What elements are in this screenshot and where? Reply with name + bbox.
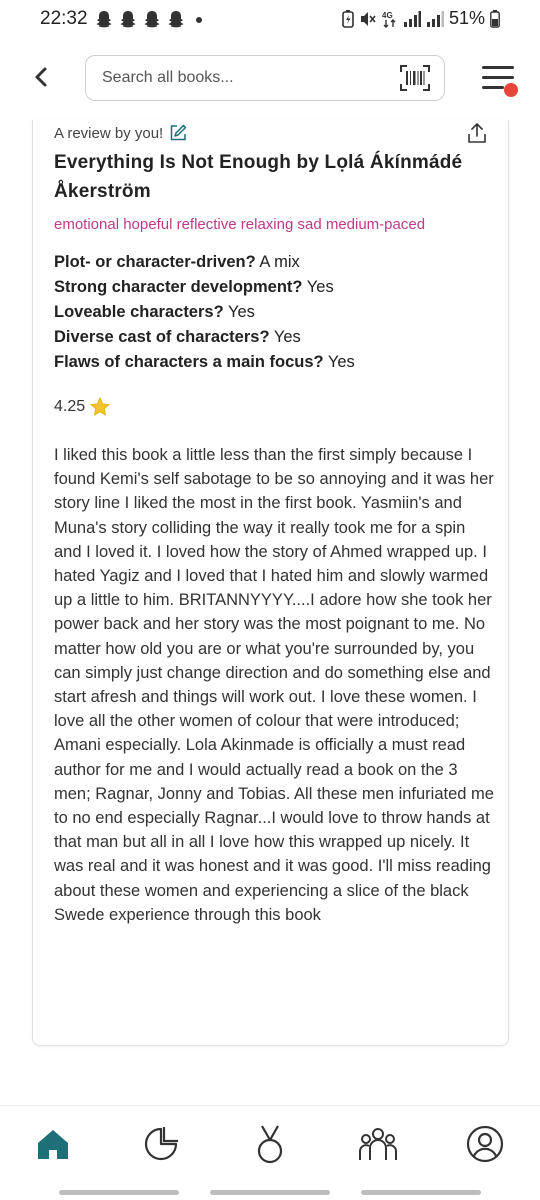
question-row: Diverse cast of characters? Yes bbox=[54, 325, 355, 350]
question-answer: Yes bbox=[227, 303, 255, 321]
home-icon bbox=[38, 1130, 68, 1159]
menu-button[interactable] bbox=[482, 66, 518, 97]
question-label: Diverse cast of characters? bbox=[54, 328, 270, 346]
edit-icon bbox=[170, 124, 187, 141]
question-answer: Yes bbox=[306, 278, 334, 296]
review-byline: A review by you! bbox=[54, 124, 187, 142]
status-time: 22:32 bbox=[40, 8, 88, 29]
barcode-icon bbox=[400, 65, 430, 91]
snapchat-icon bbox=[120, 11, 136, 28]
question-row: Strong character development? Yes bbox=[54, 275, 355, 300]
community-icon bbox=[359, 1128, 397, 1160]
nav-profile[interactable] bbox=[465, 1124, 505, 1164]
stats-icon bbox=[144, 1127, 178, 1161]
search-bar[interactable] bbox=[85, 55, 445, 101]
battery-percent: 51% bbox=[448, 8, 485, 28]
question-answer: Yes bbox=[273, 328, 301, 346]
nav-home[interactable] bbox=[33, 1124, 73, 1164]
snapchat-icon bbox=[144, 11, 160, 28]
gesture-bar bbox=[59, 1190, 179, 1195]
back-button[interactable] bbox=[26, 60, 56, 94]
search-input[interactable] bbox=[102, 56, 382, 99]
question-answer: A mix bbox=[259, 253, 300, 271]
share-icon bbox=[468, 123, 486, 143]
question-row: Flaws of characters a main focus? Yes bbox=[54, 350, 355, 375]
chevron-left-icon bbox=[35, 67, 47, 87]
gesture-bar bbox=[210, 1190, 330, 1195]
battery-icon bbox=[490, 9, 500, 28]
book-title: Everything Is Not Enough by Lọlá Ákínmád… bbox=[54, 152, 463, 202]
hamburger-icon-line bbox=[482, 76, 514, 79]
signal-icon bbox=[403, 10, 421, 27]
notification-badge bbox=[504, 83, 518, 97]
rating-value: 4.25 bbox=[54, 398, 86, 415]
review-card: A review by you! Everything Is Not Enoug… bbox=[32, 120, 509, 1046]
question-label: Flaws of characters a main focus? bbox=[54, 353, 324, 371]
review-body: I liked this book a little less than the… bbox=[54, 446, 494, 924]
status-right: 4G 51% bbox=[342, 8, 500, 29]
signal-icon bbox=[426, 10, 444, 27]
network-type-label: 4G bbox=[382, 11, 393, 20]
profile-icon bbox=[466, 1125, 504, 1163]
nav-stats[interactable] bbox=[141, 1124, 181, 1164]
question-label: Plot- or character-driven? bbox=[54, 253, 256, 271]
star-rating: 4.25 bbox=[54, 396, 111, 418]
question-label: Loveable characters? bbox=[54, 303, 224, 321]
star-icon bbox=[90, 397, 110, 416]
notification-icons bbox=[94, 9, 186, 29]
review-questions: Plot- or character-driven? A mix Strong … bbox=[54, 250, 355, 375]
nav-community[interactable] bbox=[358, 1124, 398, 1164]
more-notifications-dot bbox=[196, 17, 202, 23]
question-row: Loveable characters? Yes bbox=[54, 300, 355, 325]
status-bar: 22:32 4G 51% bbox=[0, 0, 540, 40]
nav-challenges[interactable] bbox=[250, 1124, 290, 1164]
challenges-icon bbox=[257, 1125, 283, 1164]
snapchat-icon bbox=[168, 11, 184, 28]
share-button[interactable] bbox=[466, 122, 488, 144]
question-answer: Yes bbox=[327, 353, 355, 371]
hamburger-icon-line bbox=[482, 86, 504, 89]
battery-saver-icon bbox=[342, 9, 354, 28]
hamburger-icon-line bbox=[482, 66, 514, 69]
bottom-navigation bbox=[0, 1105, 540, 1200]
byline-text: A review by you! bbox=[54, 124, 164, 142]
question-label: Strong character development? bbox=[54, 278, 303, 296]
network-4g-icon: 4G bbox=[382, 11, 396, 28]
gesture-bar bbox=[361, 1190, 481, 1195]
snapchat-icon bbox=[96, 11, 112, 28]
edit-review-button[interactable] bbox=[169, 124, 187, 142]
mood-tags: emotional hopeful reflective relaxing sa… bbox=[54, 216, 426, 233]
barcode-scan-button[interactable] bbox=[400, 64, 430, 92]
question-row: Plot- or character-driven? A mix bbox=[54, 250, 355, 275]
top-header bbox=[0, 46, 540, 116]
mute-icon bbox=[360, 11, 376, 26]
